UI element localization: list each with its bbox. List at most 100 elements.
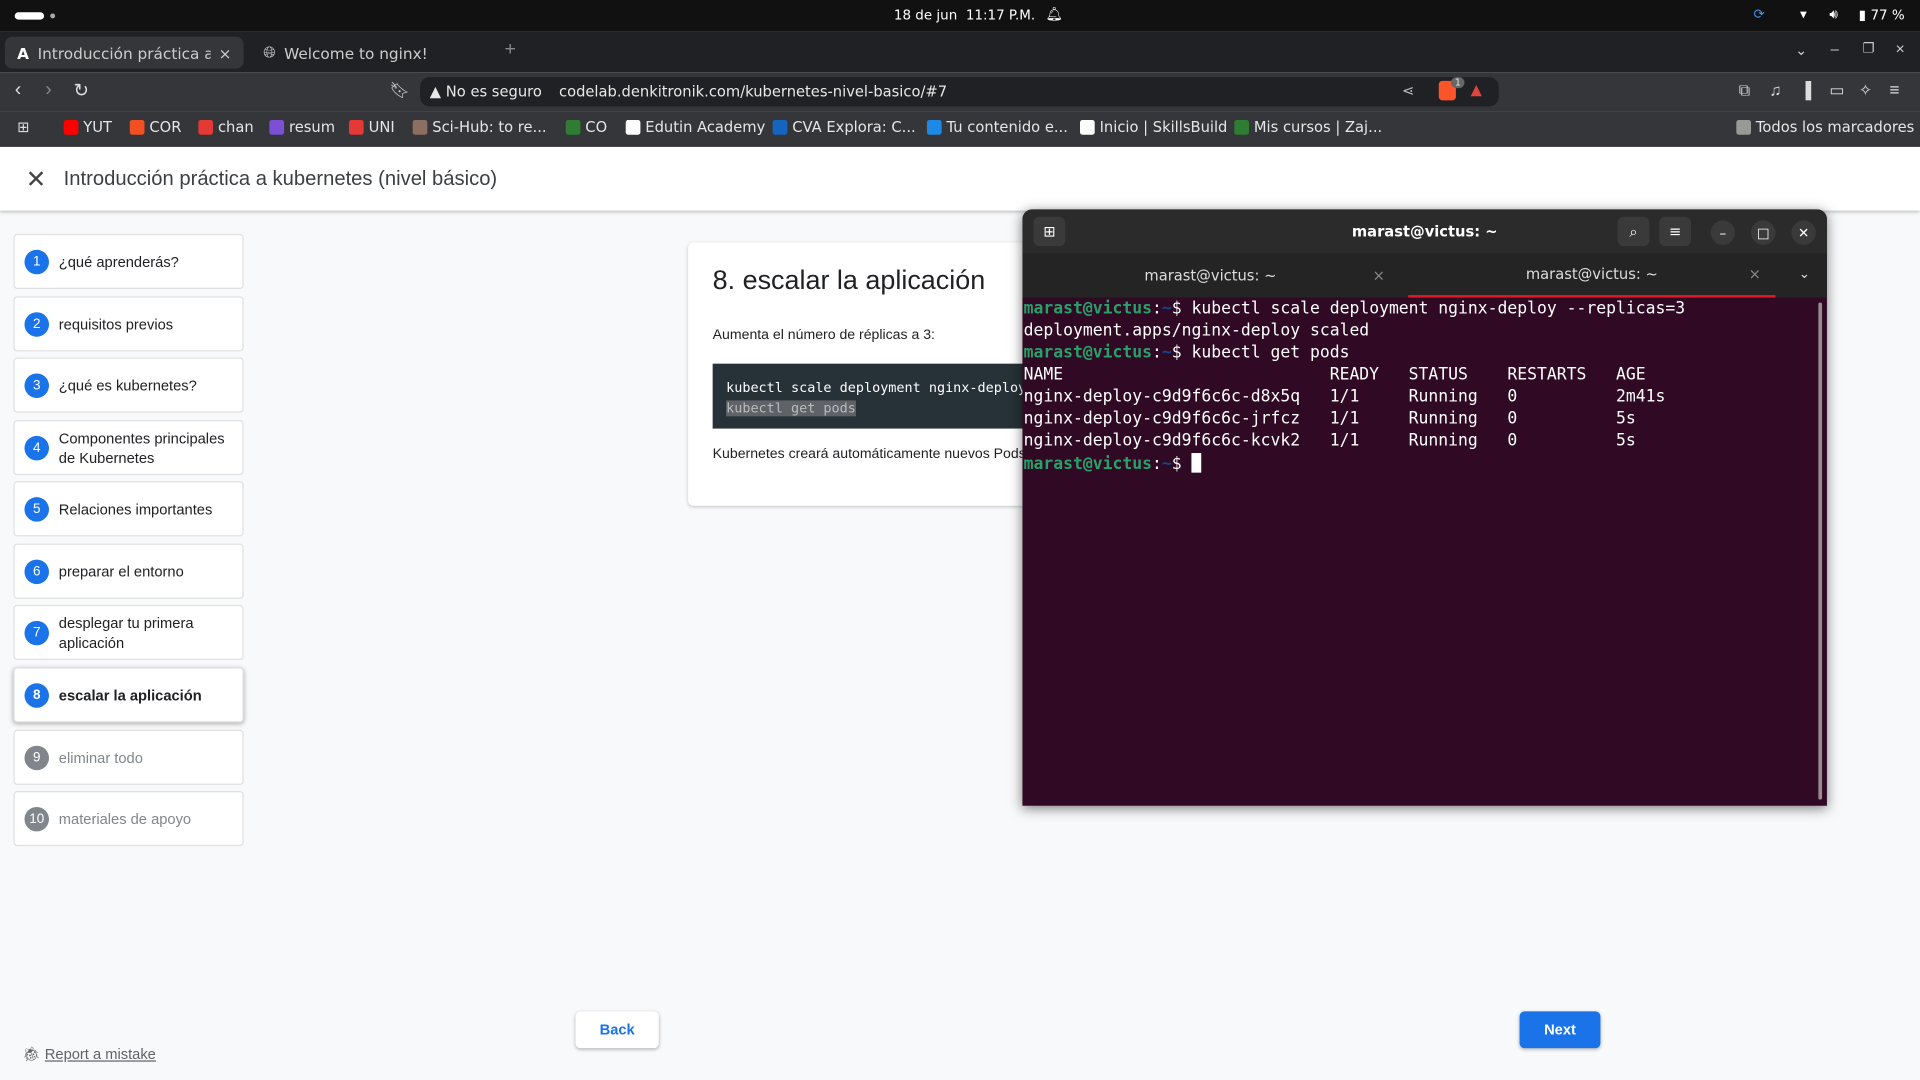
tab-codelab[interactable]: A Introducción práctica a ku ×: [4, 36, 244, 69]
step-item-4[interactable]: 4 Componentes principales de Kubernetes: [13, 420, 244, 476]
report-mistake-link[interactable]: 🐞︎ Report a mistake: [22, 1046, 156, 1063]
bookmark-item[interactable]: chan: [198, 119, 254, 136]
bookmark-item[interactable]: Mis cursos | Zaj...: [1234, 119, 1382, 136]
url-text[interactable]: codelab.denkitronik.com/kubernetes-nivel…: [559, 83, 947, 100]
bookmark-favicon-icon: [926, 120, 942, 135]
restore-icon[interactable]: ❐: [1862, 40, 1874, 57]
search-icon[interactable]: ⌕: [1617, 216, 1650, 247]
bookmark-icon[interactable]: 🔖︎: [389, 81, 409, 101]
scrollbar[interactable]: [1818, 302, 1823, 800]
step-item-2[interactable]: 2 requisitos previos: [13, 296, 244, 352]
step-label: preparar el entorno: [58, 562, 184, 580]
terminal-header: ⊞ marast@victus: ~ ⌕ ≡ – □ ✕: [1022, 209, 1827, 254]
share-icon[interactable]: ⋖: [1402, 82, 1414, 99]
bookmark-item[interactable]: resum: [269, 119, 335, 136]
brave-rewards-icon[interactable]: ▲: [1471, 81, 1482, 98]
reload-icon[interactable]: ↻: [73, 80, 88, 102]
terminal-command-line: marast@victus:~$: [1024, 453, 1685, 476]
step-item-10[interactable]: 10 materiales de apoyo: [13, 791, 244, 847]
battery-level: 77 %: [1870, 7, 1905, 24]
bookmark-label: Mis cursos | Zaj...: [1253, 118, 1383, 136]
all-bookmarks[interactable]: Todos los marcadores: [1736, 119, 1914, 136]
volume-icon[interactable]: 🔊︎: [1829, 6, 1837, 23]
close-icon[interactable]: ✕: [1791, 220, 1816, 245]
tabs-dropdown-icon[interactable]: ⌄: [1799, 266, 1810, 282]
step-item-6[interactable]: 6 preparar el entorno: [13, 543, 244, 599]
terminal-tab-1[interactable]: marast@victus: ~ ×: [1022, 253, 1398, 297]
step-content-card: 8. escalar la aplicación Aumenta el núme…: [688, 242, 1044, 506]
close-tab-icon[interactable]: ×: [1373, 267, 1385, 284]
sidebar-icon[interactable]: ▐: [1800, 81, 1811, 99]
hamburger-menu-icon[interactable]: ≡: [1659, 216, 1692, 247]
bookmark-item[interactable]: Tu contenido e...: [926, 119, 1068, 136]
maximize-icon[interactable]: □: [1751, 220, 1776, 245]
cursor: [1191, 453, 1202, 473]
step-item-5[interactable]: 5 Relaciones importantes: [13, 481, 244, 537]
back-button[interactable]: Back: [575, 1011, 659, 1049]
address-bar[interactable]: ▲ No es seguro codelab.denkitronik.com/k…: [420, 77, 1499, 107]
sync-icon[interactable]: ⟳: [1753, 6, 1764, 22]
step-item-7[interactable]: 7 desplegar tu primera aplicación: [13, 604, 244, 661]
tab-search-icon[interactable]: ⌄: [1795, 42, 1807, 59]
clock[interactable]: 18 de jun 11:17 P.M.: [894, 7, 1035, 23]
step-outro: Kubernetes creará automáticamente nuevos…: [712, 446, 1026, 462]
close-window-icon[interactable]: ×: [1896, 39, 1905, 57]
wifi-icon[interactable]: ▾: [1800, 6, 1807, 22]
command-text: [1182, 456, 1192, 474]
tab-nginx[interactable]: 🌐︎ Welcome to nginx!: [251, 37, 484, 69]
media-icon[interactable]: ♫: [1769, 81, 1781, 99]
leo-ai-icon[interactable]: ✧: [1859, 81, 1872, 101]
close-tab-icon[interactable]: ×: [219, 43, 232, 61]
workspace-dot[interactable]: [50, 13, 56, 19]
step-number: 3: [24, 372, 49, 398]
close-tab-icon[interactable]: ×: [1749, 266, 1761, 283]
step-item-1[interactable]: 1 ¿qué aprenderás?: [13, 233, 244, 289]
apps-icon[interactable]: ⊞: [17, 119, 29, 136]
back-icon[interactable]: ‹: [15, 80, 22, 102]
bookmark-favicon-icon: [625, 120, 641, 135]
tab-label: Welcome to nginx!: [284, 43, 428, 62]
step-item-9[interactable]: 9 eliminar todo: [13, 729, 244, 785]
close-icon[interactable]: ✕: [26, 164, 47, 195]
bell-icon[interactable]: 🔔︎: [1046, 6, 1063, 22]
terminal-tabs: marast@victus: ~ × marast@victus: ~ × ⌄: [1022, 253, 1827, 298]
bookmark-item[interactable]: Sci-Hub: to re...: [412, 119, 547, 136]
bookmark-item[interactable]: YUT: [63, 119, 112, 136]
new-tab-button[interactable]: +: [504, 39, 515, 61]
terminal-tab-2[interactable]: marast@victus: ~ ×: [1408, 253, 1776, 298]
step-item-8[interactable]: 8 escalar la aplicación: [13, 667, 244, 723]
extensions-icon[interactable]: ⧉: [1739, 81, 1750, 101]
bookmark-label: resum: [288, 118, 336, 136]
bookmark-label: Inicio | SkillsBuild: [1099, 118, 1228, 136]
prompt-path: ~: [1161, 300, 1172, 319]
bookmark-item[interactable]: Inicio | SkillsBuild: [1080, 119, 1227, 136]
prompt-path: ~: [1161, 455, 1172, 474]
bookmark-item[interactable]: COR: [129, 119, 181, 136]
workspace-indicator[interactable]: [14, 12, 45, 20]
code-line: kubectl scale deployment nginx-deploy --…: [726, 379, 1043, 396]
step-number: 9: [24, 745, 49, 770]
bookmark-item[interactable]: Edutin Academy: [625, 119, 765, 136]
prompt-path: ~: [1161, 344, 1172, 363]
minimize-icon[interactable]: –: [1831, 40, 1839, 57]
step-item-3[interactable]: 3 ¿qué es kubernetes?: [13, 357, 244, 413]
forward-icon[interactable]: ›: [45, 80, 52, 102]
security-indicator[interactable]: No es seguro: [446, 83, 542, 100]
wallet-icon[interactable]: ▭: [1829, 81, 1844, 101]
terminal-window[interactable]: ⊞ marast@victus: ~ ⌕ ≡ – □ ✕ marast@vict…: [1022, 209, 1827, 806]
next-button[interactable]: Next: [1519, 1011, 1601, 1049]
code-block[interactable]: kubectl scale deployment nginx-deploy --…: [712, 363, 1044, 429]
bookmark-item[interactable]: UNI: [348, 119, 395, 136]
command-text: kubectl scale deployment nginx-deploy --…: [1181, 300, 1686, 319]
step-label: escalar la aplicación: [58, 686, 202, 704]
minimize-icon[interactable]: –: [1710, 220, 1736, 245]
step-number: 8: [24, 682, 49, 708]
system-top-bar: 18 de jun 11:17 P.M. 🔔︎ ⟳ ▾ 🔊︎ ▮ 77 %: [0, 0, 1920, 32]
terminal-output[interactable]: marast@victus:~$ kubectl scale deploymen…: [1024, 299, 1685, 477]
menu-icon[interactable]: ≡: [1889, 80, 1899, 100]
bookmark-favicon-icon: [269, 120, 285, 135]
step-number: 4: [24, 435, 49, 460]
bookmark-item[interactable]: CO: [565, 119, 607, 136]
bookmark-item[interactable]: CVA Explora: C...: [772, 119, 916, 136]
battery[interactable]: ▮ 77 %: [1859, 7, 1905, 23]
